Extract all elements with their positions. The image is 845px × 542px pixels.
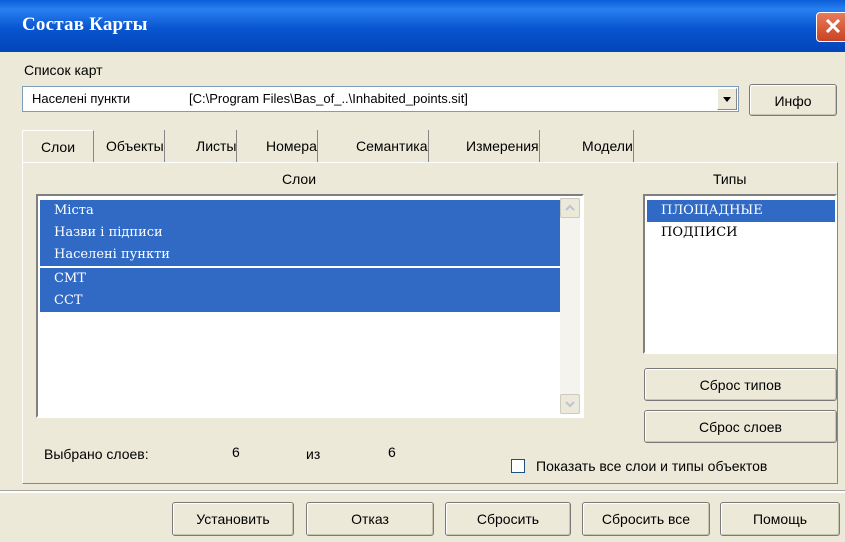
tab-objects[interactable]: Объекты [102, 130, 165, 162]
reset-layers-button[interactable]: Сброс слоев [644, 410, 837, 443]
layers-list[interactable]: Міста Назви і підписи Населені пункти СМ… [36, 194, 584, 418]
chevron-up-icon [565, 204, 575, 211]
map-composition-dialog: Состав Карты Список карт Населені пункти… [0, 0, 845, 542]
map-list-label: Список карт [24, 62, 103, 78]
total-layers-count: 6 [388, 444, 396, 460]
show-all-label: Показать все слои и типы объектов [536, 458, 768, 474]
show-all-checkbox[interactable] [511, 459, 525, 473]
scroll-down-button[interactable] [560, 394, 580, 414]
selected-map-path: [C:\Program Files\Bas_of_..\Inhabited_po… [189, 91, 468, 106]
divider [0, 490, 845, 493]
list-item[interactable]: СМТ [40, 268, 562, 290]
selected-layers-count: 6 [232, 444, 240, 460]
apply-button[interactable]: Установить [172, 502, 294, 536]
list-item[interactable]: ПЛОЩАДНЫЕ [647, 200, 835, 222]
types-list[interactable]: ПЛОЩАДНЫЕ ПОДПИСИ [643, 194, 837, 354]
window-title: Состав Карты [22, 14, 148, 35]
list-item[interactable]: ССТ [40, 290, 562, 312]
list-item[interactable]: ПОДПИСИ [647, 222, 835, 244]
info-button[interactable]: Инфо [749, 84, 837, 116]
title-bar[interactable]: Состав Карты [0, 0, 845, 52]
close-icon [826, 19, 840, 33]
tab-models[interactable]: Модели [578, 130, 634, 162]
tab-sheets[interactable]: Листы [192, 130, 238, 162]
list-item[interactable]: Назви і підписи [40, 222, 560, 244]
tab-semantics[interactable]: Семантика [352, 130, 429, 162]
help-button[interactable]: Помощь [720, 502, 840, 536]
tab-layers[interactable]: Слои [22, 130, 94, 162]
list-item[interactable]: Міста [40, 200, 560, 222]
scroll-up-button[interactable] [560, 198, 580, 218]
chevron-down-icon[interactable] [717, 88, 737, 110]
close-button[interactable] [816, 12, 845, 42]
map-list-select[interactable]: Населені пункти [C:\Program Files\Bas_of… [22, 86, 739, 112]
reset-all-button[interactable]: Сбросить все [582, 502, 710, 536]
reset-button[interactable]: Сбросить [445, 502, 571, 536]
chevron-down-icon [565, 401, 575, 408]
selected-map-name: Населені пункти [32, 91, 131, 106]
reset-types-button[interactable]: Сброс типов [644, 368, 837, 401]
types-header: Типы [713, 171, 747, 187]
tab-numbers[interactable]: Номера [262, 130, 318, 162]
cancel-button[interactable]: Отказ [306, 502, 434, 536]
of-label: из [306, 446, 321, 462]
layers-header: Слои [282, 171, 317, 187]
list-item[interactable]: Населені пункти [40, 244, 560, 266]
selected-layers-label: Выбрано слоев: [44, 446, 149, 462]
tab-measurements[interactable]: Измерения [462, 130, 540, 162]
layers-items: Міста Назви і підписи Населені пункти СМ… [40, 198, 562, 414]
layers-scrollbar[interactable] [560, 198, 580, 414]
